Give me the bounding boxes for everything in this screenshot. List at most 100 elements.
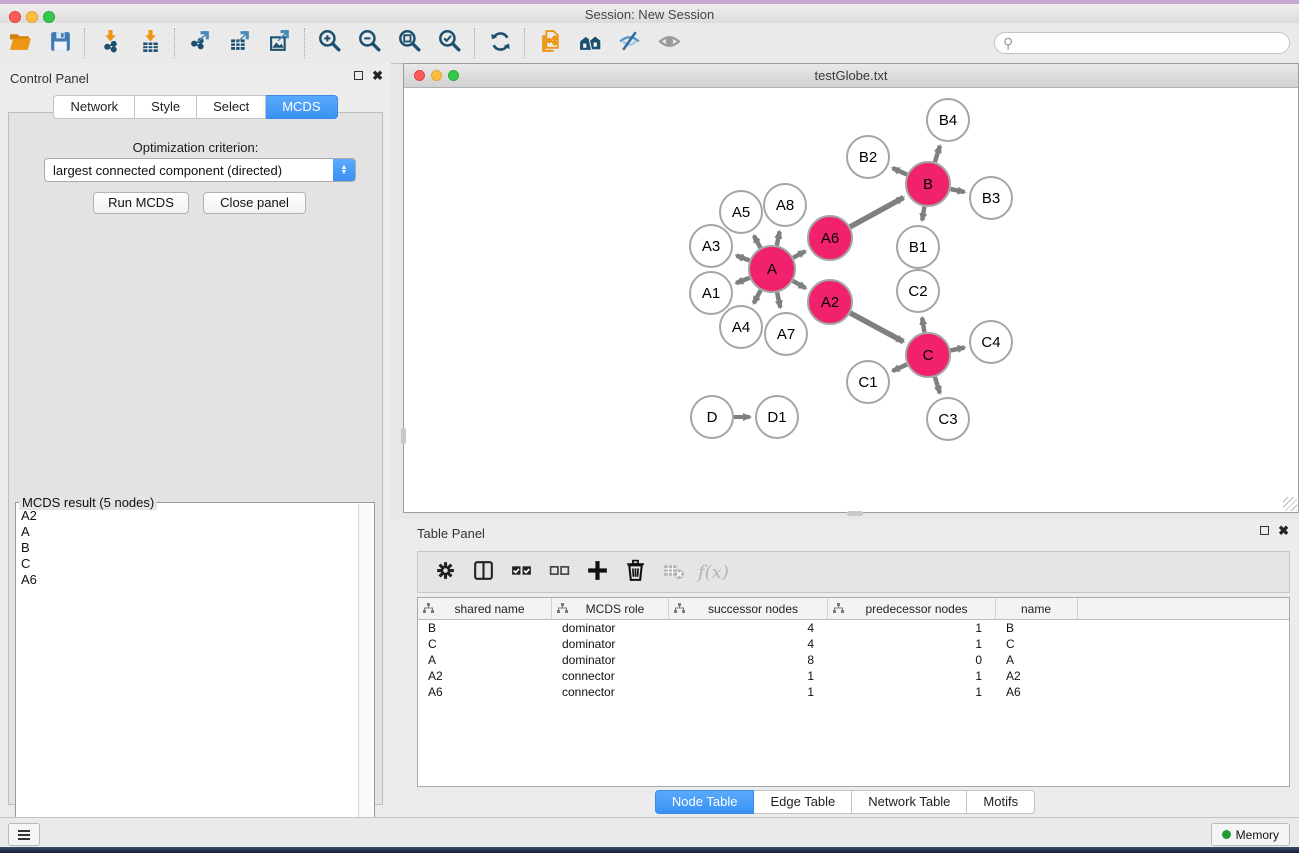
- svg-text:C4: C4: [981, 334, 1000, 351]
- resize-grip[interactable]: [1283, 497, 1297, 511]
- hide-selected-button[interactable]: [610, 26, 650, 60]
- tab-select[interactable]: Select: [197, 95, 266, 119]
- task-history-button[interactable]: [8, 823, 40, 846]
- zoom-out-button[interactable]: [350, 26, 390, 60]
- open-file-button[interactable]: [0, 26, 40, 60]
- column-header-shared-name[interactable]: shared name: [418, 598, 552, 619]
- tab-node-table[interactable]: Node Table: [655, 790, 755, 814]
- node-A7[interactable]: A7: [765, 313, 807, 355]
- add-column-button[interactable]: [578, 555, 616, 589]
- node-D[interactable]: D: [691, 396, 733, 438]
- control-panel-title: Control Panel: [10, 71, 89, 86]
- delete-table-button[interactable]: [654, 555, 692, 589]
- delete-column-button[interactable]: [616, 555, 654, 589]
- main-toolbar: ⚲: [0, 23, 1299, 64]
- node-A1[interactable]: A1: [690, 272, 732, 314]
- table-row[interactable]: A2connector11A2: [418, 668, 1289, 684]
- export-network-button[interactable]: [180, 26, 220, 60]
- function-builder-button[interactable]: f(x): [698, 562, 729, 583]
- svg-text:C2: C2: [908, 283, 927, 300]
- node-C3[interactable]: C3: [927, 398, 969, 440]
- application-window: Session: New Session ⚲ Control Panel ✖ N…: [0, 0, 1299, 853]
- column-header-name[interactable]: name: [996, 598, 1078, 619]
- column-layout-button[interactable]: [464, 555, 502, 589]
- tab-motifs[interactable]: Motifs: [967, 790, 1035, 814]
- network-from-selection-button[interactable]: [530, 26, 570, 60]
- save-session-button[interactable]: [40, 26, 80, 60]
- refresh-button[interactable]: [480, 26, 520, 60]
- table-row[interactable]: A6connector11A6: [418, 684, 1289, 700]
- node-B4[interactable]: B4: [927, 99, 969, 141]
- node-A2[interactable]: A2: [808, 280, 852, 324]
- mcds-result-list: A2ABCA6: [17, 508, 358, 845]
- zoom-fit-button[interactable]: [390, 26, 430, 60]
- node-B2[interactable]: B2: [847, 136, 889, 178]
- result-list-item[interactable]: B: [17, 540, 358, 556]
- svg-text:A4: A4: [732, 319, 750, 336]
- export-image-button[interactable]: [260, 26, 300, 60]
- node-D1[interactable]: D1: [756, 396, 798, 438]
- close-table-panel-icon[interactable]: ✖: [1278, 526, 1289, 535]
- node-A8[interactable]: A8: [764, 184, 806, 226]
- table-settings-button[interactable]: [426, 555, 464, 589]
- criterion-dropdown[interactable]: largest connected component (directed) ▲…: [44, 158, 356, 182]
- zoom-selected-button[interactable]: [430, 26, 470, 60]
- select-all-button[interactable]: [502, 555, 540, 589]
- cell-name: A6: [996, 684, 1078, 700]
- result-list-item[interactable]: A6: [17, 572, 358, 588]
- zoom-in-button[interactable]: [310, 26, 350, 60]
- node-A5[interactable]: A5: [720, 191, 762, 233]
- node-C2[interactable]: C2: [897, 270, 939, 312]
- close-panel-button[interactable]: Close panel: [203, 192, 306, 214]
- first-neighbors-button[interactable]: [570, 26, 610, 60]
- network-canvas[interactable]: A A1 A2 A3 A4 A5 A6 A7 A8 B B1 B2 B3: [404, 88, 1298, 512]
- close-panel-icon[interactable]: ✖: [372, 71, 383, 80]
- result-list-item[interactable]: A2: [17, 508, 358, 524]
- mcds-result-title: MCDS result (5 nodes): [19, 495, 157, 510]
- deselect-all-button[interactable]: [540, 555, 578, 589]
- hide-selected-icon: [618, 29, 643, 57]
- float-table-panel-icon[interactable]: [1260, 526, 1269, 535]
- select-all-icon: [509, 558, 534, 586]
- cell-MCDS-role: dominator: [552, 636, 669, 652]
- node-C[interactable]: C: [906, 333, 950, 377]
- show-all-button[interactable]: [650, 26, 690, 60]
- import-table-button[interactable]: [130, 26, 170, 60]
- search-field[interactable]: ⚲: [994, 32, 1290, 54]
- result-list-item[interactable]: A: [17, 524, 358, 540]
- memory-button[interactable]: Memory: [1211, 823, 1290, 846]
- node-A[interactable]: A: [749, 246, 795, 292]
- export-table-button[interactable]: [220, 26, 260, 60]
- tab-network[interactable]: Network: [53, 95, 135, 119]
- session-title: Session: New Session: [0, 7, 1299, 22]
- node-C4[interactable]: C4: [970, 321, 1012, 363]
- result-list-scrollbar[interactable]: [358, 504, 373, 845]
- node-A3[interactable]: A3: [690, 225, 732, 267]
- tab-style[interactable]: Style: [135, 95, 197, 119]
- node-B[interactable]: B: [906, 162, 950, 206]
- node-B1[interactable]: B1: [897, 226, 939, 268]
- column-header-successor-nodes[interactable]: successor nodes: [669, 598, 828, 619]
- main-titlebar: Session: New Session: [0, 4, 1299, 24]
- node-A4[interactable]: A4: [720, 306, 762, 348]
- table-row[interactable]: Adominator80A: [418, 652, 1289, 668]
- column-header-MCDS-role[interactable]: MCDS role: [552, 598, 669, 619]
- cell-shared-name: A6: [418, 684, 552, 700]
- search-input[interactable]: [1017, 35, 1289, 51]
- tab-mcds[interactable]: MCDS: [266, 95, 337, 119]
- tab-edge-table[interactable]: Edge Table: [754, 790, 852, 814]
- import-network-button[interactable]: [90, 26, 130, 60]
- horizontal-scroll-nub[interactable]: [847, 511, 863, 516]
- table-row[interactable]: Cdominator41C: [418, 636, 1289, 652]
- float-panel-icon[interactable]: [354, 71, 363, 80]
- node-A6[interactable]: A6: [808, 216, 852, 260]
- run-mcds-button[interactable]: Run MCDS: [93, 192, 189, 214]
- column-header-predecessor-nodes[interactable]: predecessor nodes: [828, 598, 996, 619]
- node-C1[interactable]: C1: [847, 361, 889, 403]
- zoom-selected-icon: [438, 29, 463, 57]
- vertical-scroll-nub[interactable]: [401, 428, 406, 444]
- tab-network-table[interactable]: Network Table: [852, 790, 967, 814]
- result-list-item[interactable]: C: [17, 556, 358, 572]
- table-row[interactable]: Bdominator41B: [418, 620, 1289, 636]
- node-B3[interactable]: B3: [970, 177, 1012, 219]
